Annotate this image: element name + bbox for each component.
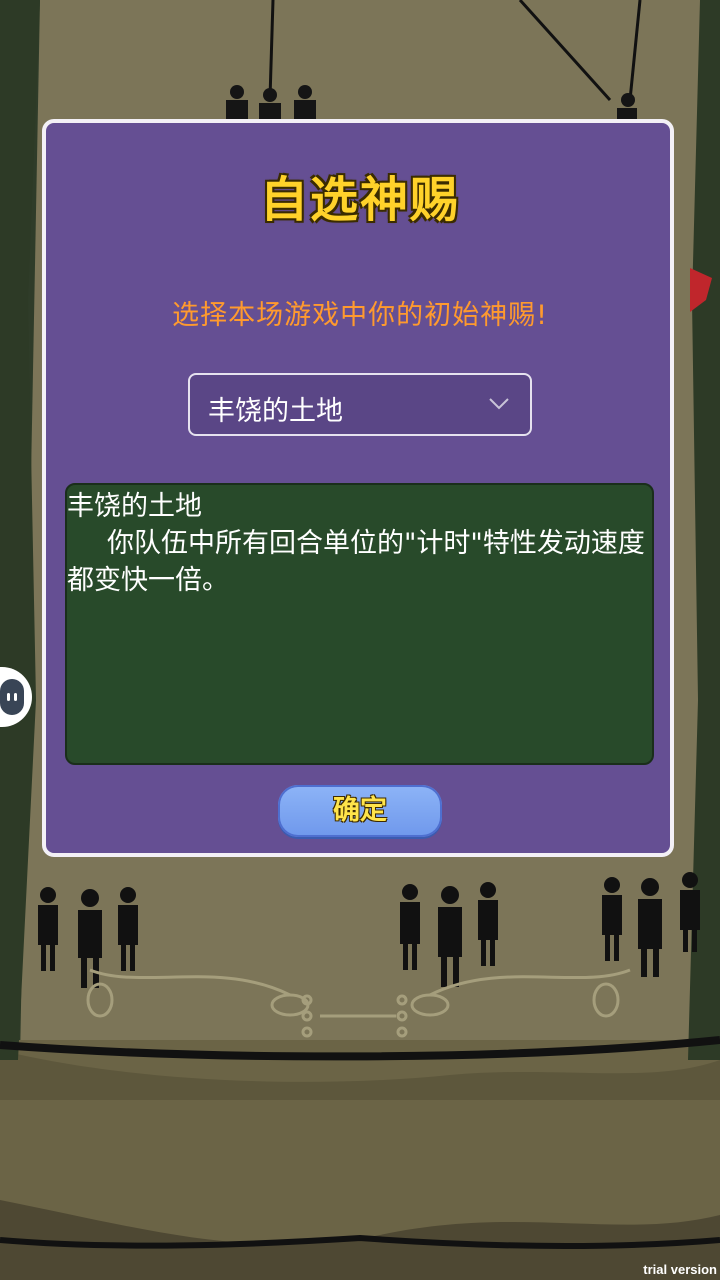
gift-description-box: 丰饶的土地 你队伍中所有回合单位的"计时"特性发动速度都变快一倍。 [65, 483, 654, 765]
gift-select-value: 丰饶的土地 [208, 396, 343, 427]
description-body: 你队伍中所有回合单位的"计时"特性发动速度都变快一倍。 [67, 528, 645, 596]
side-menu-handle-icon [0, 679, 24, 715]
gift-select-dropdown[interactable]: 丰饶的土地 [188, 373, 532, 436]
dialog-title: 自选神赐 [259, 172, 460, 228]
trial-version-watermark: trial version [643, 1262, 717, 1277]
dialog-subtitle: 选择本场游戏中你的初始神赐! [172, 300, 548, 331]
chevron-down-icon [489, 398, 509, 410]
description-title: 丰饶的土地 [67, 491, 202, 522]
confirm-button[interactable]: 确定 [278, 785, 442, 837]
